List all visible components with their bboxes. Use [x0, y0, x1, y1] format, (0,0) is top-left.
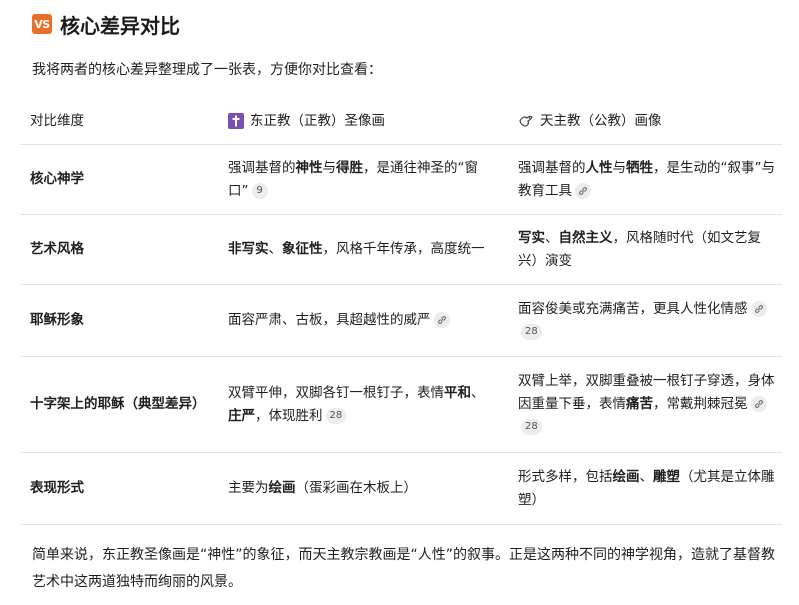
table-row: 耶稣形象 面容严肃、古板，具超越性的威严 面容俊美或充满痛苦，更具人性化情感 28 — [20, 285, 782, 357]
section-title: 核心差异对比 — [60, 13, 180, 38]
dimension-label: 耶稣形象 — [30, 312, 84, 328]
catholic-cell: 写实、自然主义，风格随时代（如文艺复兴）演变 — [518, 229, 761, 269]
dimension-label: 表现形式 — [30, 480, 84, 496]
cross-icon — [228, 113, 244, 129]
table-row: 核心神学 强调基督的神性与得胜，是通往神圣的“窗口” 9 强调基督的人性与牺牲，是… — [20, 145, 782, 215]
link-icon[interactable] — [575, 182, 591, 199]
link-icon[interactable] — [433, 312, 450, 328]
catholic-cell: 双臂上举，双脚重叠被一根钉子穿透，身体因重量下垂，表情痛苦，常戴荆棘冠冕 28 — [518, 370, 776, 439]
orthodox-cell: 主要为绘画（蛋彩画在木板上） — [228, 480, 417, 496]
table-row: 表现形式 主要为绘画（蛋彩画在木板上） 形式多样，包括绘画、雕塑（尤其是立体雕塑… — [20, 453, 782, 525]
dimension-label: 艺术风格 — [30, 241, 84, 257]
orthodox-cell: 面容严肃、古板，具超越性的威严 — [228, 309, 450, 332]
table-header-row: 对比维度 东正教（正教）圣像画 天主教（公教）画像 — [20, 98, 782, 145]
catholic-cell: 强调基督的人性与牺牲，是生动的“叙事”与教育工具 — [518, 159, 775, 199]
section-heading: VS 核心差异对比 — [32, 10, 180, 38]
intro-text: 我将两者的核心差异整理成了一张表，方便你对比查看： — [32, 62, 382, 78]
table-row: 艺术风格 非写实、象征性，风格千年传承，高度统一 写实、自然主义，风格随时代（如… — [20, 215, 782, 285]
citation-badge[interactable]: 28 — [521, 419, 542, 435]
dimension-label: 十字架上的耶稣（典型差异） — [30, 396, 206, 412]
dimension-label: 核心神学 — [30, 171, 84, 187]
orthodox-cell: 双臂平伸，双脚各钉一根钉子，表情平和、庄严，体现胜利 28 — [228, 384, 485, 424]
vs-icon: VS — [32, 14, 52, 34]
orthodox-cell: 非写实、象征性，风格千年传承，高度统一 — [228, 241, 485, 257]
catholic-cell: 面容俊美或充满痛苦，更具人性化情感 28 — [518, 298, 776, 344]
summary-paragraph: 简单来说，东正教圣像画是“神性”的象征，而天主教宗教画是“人性”的叙事。正是这两… — [32, 547, 776, 590]
citation-badge[interactable]: 9 — [251, 182, 268, 199]
comparison-table: 对比维度 东正教（正教）圣像画 天主教（公教）画像 核心神学 强调基督的神性与得… — [20, 98, 782, 525]
header-dimension: 对比维度 — [30, 112, 84, 129]
citation-badge[interactable]: 28 — [325, 407, 347, 424]
link-icon[interactable] — [750, 396, 767, 412]
link-icon[interactable] — [750, 300, 767, 317]
header-orthodox: 东正教（正教）圣像画 — [250, 112, 385, 129]
dove-icon — [519, 115, 533, 127]
citation-badge[interactable]: 28 — [521, 323, 542, 340]
table-row: 十字架上的耶稣（典型差异） 双臂平伸，双脚各钉一根钉子，表情平和、庄严，体现胜利… — [20, 357, 782, 453]
catholic-cell: 形式多样，包括绘画、雕塑（尤其是立体雕塑） — [518, 468, 775, 508]
header-catholic: 天主教（公教）画像 — [540, 112, 662, 129]
orthodox-cell: 强调基督的神性与得胜，是通往神圣的“窗口” 9 — [228, 159, 478, 199]
